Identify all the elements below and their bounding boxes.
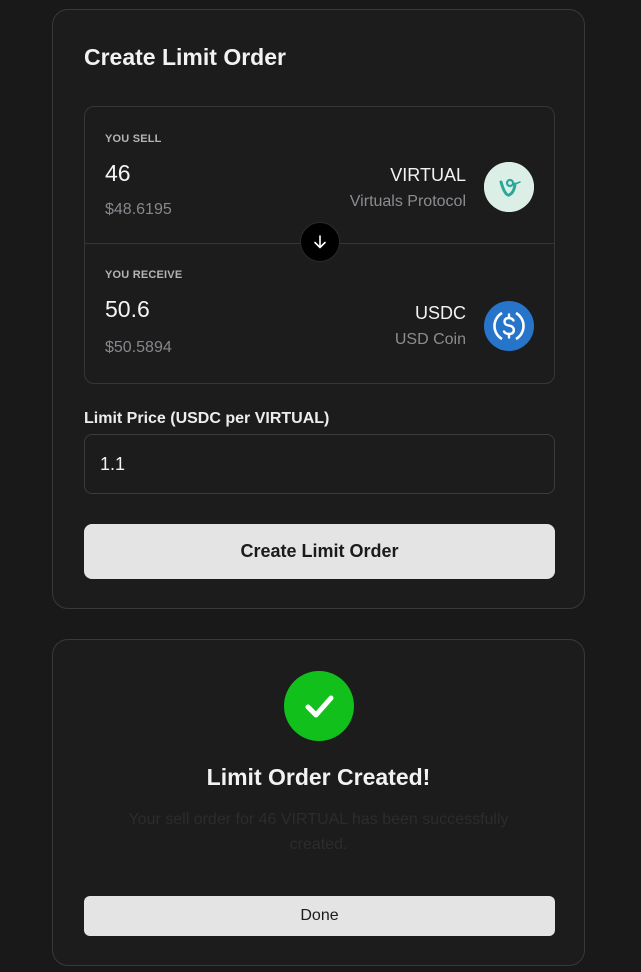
receive-token-name: USD Coin bbox=[394, 331, 466, 348]
swap-box: YOU SELL 46 $48.6195 VIRTUAL Virtuals Pr… bbox=[84, 106, 555, 384]
limit-price-label: Limit Price (USDC per VIRTUAL) bbox=[84, 410, 330, 427]
receive-usd-value: $50.5894 bbox=[105, 339, 172, 356]
sell-usd-value: $48.6195 bbox=[105, 201, 172, 218]
virtual-token-icon[interactable] bbox=[484, 162, 534, 212]
receive-label: YOU RECEIVE bbox=[105, 269, 183, 281]
receive-token-symbol: USDC bbox=[414, 303, 466, 323]
checkmark-icon bbox=[305, 695, 334, 718]
create-limit-order-button[interactable]: Create Limit Order bbox=[84, 524, 555, 579]
sell-token-name: Virtuals Protocol bbox=[349, 193, 466, 210]
sell-token-symbol: VIRTUAL bbox=[390, 165, 466, 185]
card-title: Create Limit Order bbox=[84, 44, 286, 70]
success-title: Limit Order Created! bbox=[206, 764, 431, 790]
usdc-token-icon[interactable] bbox=[484, 301, 534, 351]
order-success-card: Limit Order Created! Your sell order for… bbox=[52, 639, 585, 966]
swap-direction-button[interactable] bbox=[300, 222, 340, 262]
receive-amount[interactable]: 50.6 bbox=[105, 296, 150, 323]
limit-price-input[interactable] bbox=[84, 434, 555, 494]
arrow-down-icon bbox=[314, 235, 326, 249]
sell-amount[interactable]: 46 bbox=[105, 160, 131, 187]
success-badge bbox=[284, 671, 354, 741]
done-button[interactable]: Done bbox=[84, 896, 555, 936]
sell-label: YOU SELL bbox=[105, 133, 162, 145]
success-message: Your sell order for 46 VIRTUAL has been … bbox=[128, 811, 509, 853]
create-limit-order-card: Create Limit Order YOU SELL 46 $48.6195 … bbox=[52, 9, 585, 609]
